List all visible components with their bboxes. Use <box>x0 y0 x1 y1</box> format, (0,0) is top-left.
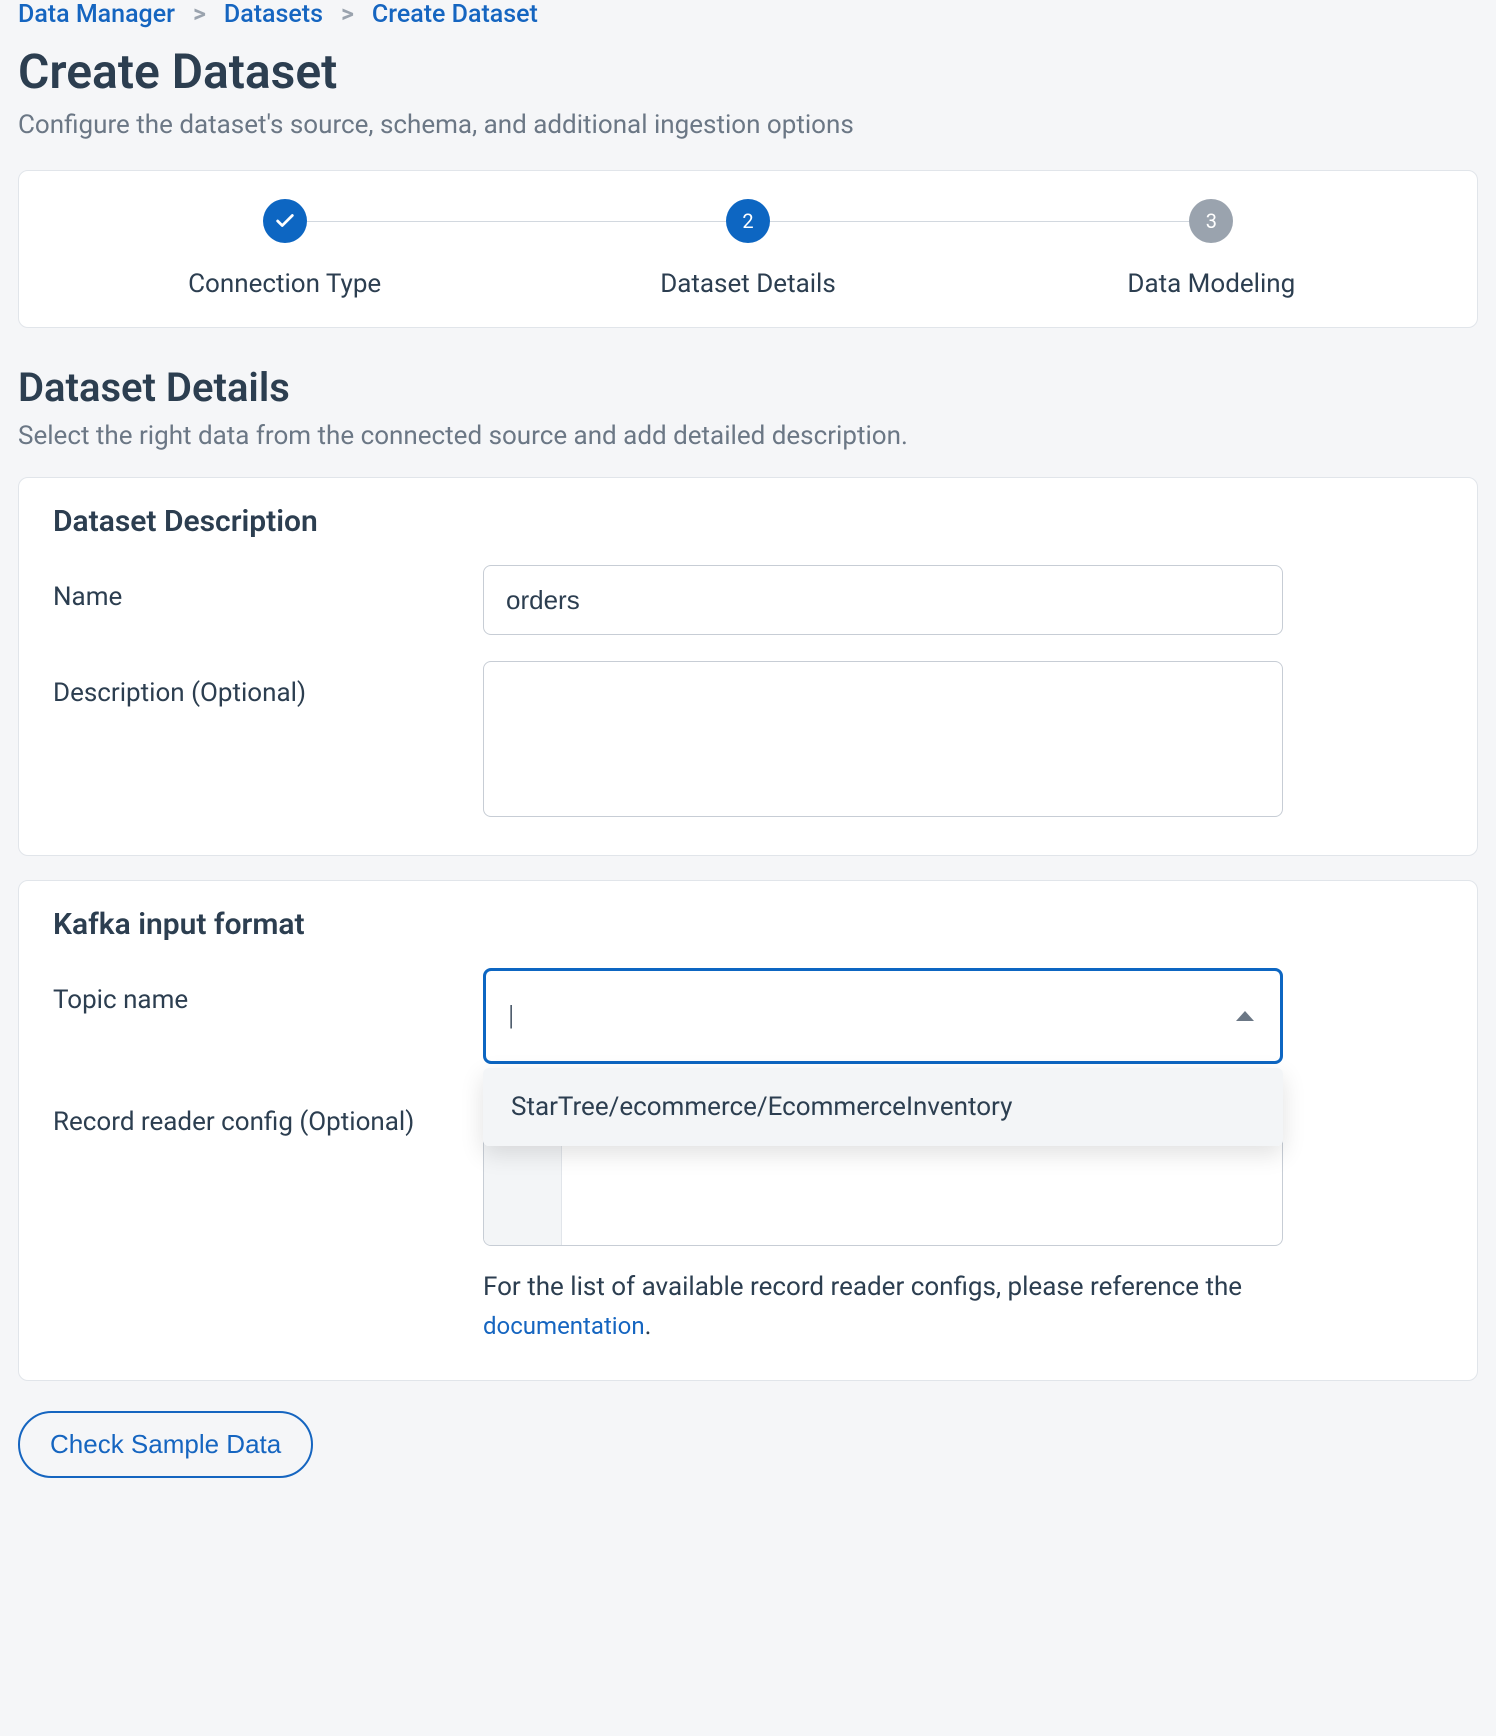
chevron-up-icon <box>1236 1011 1254 1021</box>
stepper: Connection Type 2 Dataset Details 3 Data… <box>53 199 1443 299</box>
check-sample-data-button[interactable]: Check Sample Data <box>18 1411 313 1478</box>
breadcrumb-item-data-manager[interactable]: Data Manager <box>18 0 175 29</box>
breadcrumb-item-create-dataset[interactable]: Create Dataset <box>372 0 538 29</box>
kafka-input-format-card: Kafka input format Topic name | StarTree… <box>18 880 1478 1381</box>
documentation-link[interactable]: documentation <box>483 1312 645 1340</box>
card-title: Kafka input format <box>53 907 1443 942</box>
dropdown-option[interactable]: StarTree/ecommerce/EcommerceInventory <box>483 1068 1283 1146</box>
breadcrumb-item-datasets[interactable]: Datasets <box>224 0 323 29</box>
step-label: Data Modeling <box>980 269 1443 299</box>
topic-name-label: Topic name <box>53 968 483 1020</box>
step-indicator: 3 <box>1189 199 1233 243</box>
name-input[interactable] <box>483 565 1283 635</box>
card-title: Dataset Description <box>53 504 1443 539</box>
record-reader-helper-text: For the list of available record reader … <box>483 1268 1283 1346</box>
caret-icon: | <box>508 1002 514 1030</box>
step-indicator: 2 <box>726 199 770 243</box>
page-subtitle: Configure the dataset's source, schema, … <box>18 110 1478 140</box>
stepper-step-data-modeling[interactable]: 3 Data Modeling <box>980 199 1443 299</box>
stepper-step-dataset-details[interactable]: 2 Dataset Details <box>516 199 979 299</box>
record-reader-label: Record reader config (Optional) <box>53 1090 483 1142</box>
breadcrumb: Data Manager > Datasets > Create Dataset <box>18 0 1478 37</box>
topic-name-combobox-wrapper: | StarTree/ecommerce/EcommerceInventory <box>483 968 1283 1064</box>
step-indicator <box>263 199 307 243</box>
stepper-card: Connection Type 2 Dataset Details 3 Data… <box>18 170 1478 328</box>
page-title: Create Dataset <box>18 43 1478 100</box>
topic-name-combobox[interactable]: | <box>483 968 1283 1064</box>
stepper-step-connection-type[interactable]: Connection Type <box>53 199 516 299</box>
step-connector <box>307 221 726 222</box>
chevron-right-icon: > <box>193 0 206 29</box>
step-connector <box>770 221 1189 222</box>
helper-text-prefix: For the list of available record reader … <box>483 1272 1242 1302</box>
topic-name-dropdown: StarTree/ecommerce/EcommerceInventory <box>483 1068 1283 1146</box>
description-textarea[interactable] <box>483 661 1283 817</box>
step-label: Dataset Details <box>516 269 979 299</box>
description-label: Description (Optional) <box>53 661 483 713</box>
dataset-description-card: Dataset Description Name Description (Op… <box>18 477 1478 856</box>
name-label: Name <box>53 565 483 617</box>
step-label: Connection Type <box>53 269 516 299</box>
section-title: Dataset Details <box>18 364 1478 411</box>
check-icon <box>274 210 296 232</box>
helper-text-suffix: . <box>645 1311 652 1341</box>
chevron-right-icon: > <box>341 0 354 29</box>
section-subtitle: Select the right data from the connected… <box>18 421 1478 451</box>
